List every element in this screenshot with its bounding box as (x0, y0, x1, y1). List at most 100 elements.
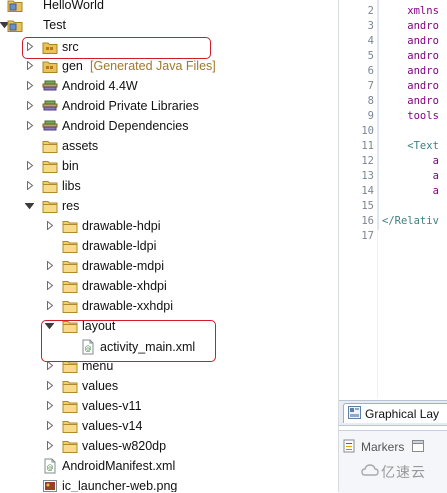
folder-icon (62, 418, 78, 434)
folder-icon (62, 398, 78, 414)
tree-item-label: drawable-ldpi (82, 239, 157, 253)
folder-icon (62, 378, 78, 394)
collapsed-arrow-icon[interactable] (25, 81, 34, 90)
expanded-arrow-icon[interactable] (45, 321, 54, 330)
tree-item[interactable]: src (0, 37, 338, 57)
code-line: andro (382, 95, 439, 107)
collapsed-arrow-icon[interactable] (25, 181, 34, 190)
line-number: 9 (367, 110, 374, 122)
collapsed-arrow-icon[interactable] (45, 361, 54, 370)
tree-item[interactable]: @ AndroidManifest.xml (0, 456, 338, 476)
collapsed-arrow-icon[interactable] (45, 281, 54, 290)
tree-item-label: libs (62, 179, 81, 193)
tree-item[interactable]: ic_launcher-web.png (0, 476, 338, 492)
code-line: a (382, 170, 439, 182)
collapsed-arrow-icon[interactable] (45, 421, 54, 430)
tree-item[interactable]: layout (0, 316, 338, 336)
collapsed-arrow-icon[interactable] (25, 121, 34, 130)
tree-item[interactable]: values (0, 376, 338, 396)
tree-item[interactable]: menu (0, 356, 338, 376)
folder-icon (62, 438, 78, 454)
tree-item[interactable]: drawable-hdpi (0, 216, 338, 236)
tree-item-label: drawable-mdpi (82, 259, 164, 273)
code-line: </Relativ (382, 215, 439, 227)
tree-item[interactable]: values-v11 (0, 396, 338, 416)
tree-item-label: values-w820dp (82, 439, 167, 453)
graphical-layout-icon (348, 405, 361, 422)
collapsed-arrow-icon[interactable] (25, 42, 34, 51)
tab-graphical-layout-label: Graphical Lay (365, 406, 440, 421)
collapsed-arrow-icon[interactable] (45, 401, 54, 410)
tree-item[interactable]: drawable-xhdpi (0, 276, 338, 296)
tree-item[interactable]: values-v14 (0, 416, 338, 436)
tree-item[interactable]: res (0, 196, 338, 216)
markers-icon (343, 439, 357, 456)
collapsed-arrow-icon[interactable] (45, 301, 54, 310)
xml-editor: 1234567891011121314151617 <Relative xmln… (338, 0, 447, 493)
tree-item[interactable]: HelloWorld (0, 0, 338, 15)
line-number: 8 (367, 95, 374, 107)
tree-item[interactable]: drawable-xxhdpi (0, 296, 338, 316)
library-icon (42, 118, 58, 134)
folder-icon (42, 138, 58, 154)
tree-item[interactable]: Android 4.4W (0, 76, 338, 96)
line-number: 2 (367, 5, 374, 17)
folder-icon (62, 238, 78, 254)
project-icon (7, 0, 23, 13)
tab-graphical-layout[interactable]: Graphical Lay (343, 403, 447, 423)
console-icon[interactable] (412, 439, 425, 455)
editor-tab-bar: Graphical Lay (339, 400, 447, 426)
tree-item-decoration: [Generated Java Files] (90, 59, 216, 73)
line-number: 3 (367, 20, 374, 32)
tree-item[interactable]: bin (0, 156, 338, 176)
line-number: 10 (361, 125, 374, 137)
tree-item-label: menu (82, 359, 114, 373)
cloud-logo-icon (361, 463, 379, 481)
tree-item-label: layout (82, 319, 116, 333)
collapsed-arrow-icon[interactable] (25, 61, 34, 70)
tree-item[interactable]: gen [Generated Java Files] (0, 56, 338, 76)
line-number-gutter: 1234567891011121314151617 (339, 0, 378, 398)
tree-item-label: ic_launcher-web.png (62, 479, 178, 492)
collapsed-arrow-icon[interactable] (45, 261, 54, 270)
tree-item[interactable]: assets (0, 136, 338, 156)
tree-item-label: Test (43, 18, 66, 32)
line-number: 13 (361, 170, 374, 182)
line-number: 15 (361, 200, 374, 212)
tree-item[interactable]: drawable-ldpi (0, 236, 338, 256)
tree-item[interactable]: Android Private Libraries (0, 96, 338, 116)
tree-item-label: gen (62, 59, 83, 73)
tree-item[interactable]: @ activity_main.xml (0, 337, 338, 357)
collapsed-arrow-icon[interactable] (45, 221, 54, 230)
tree-item[interactable]: values-w820dp (0, 436, 338, 456)
collapsed-arrow-icon[interactable] (45, 381, 54, 390)
tab-markers[interactable]: Markers (343, 437, 425, 457)
collapsed-arrow-icon[interactable] (25, 101, 34, 110)
line-number: 5 (367, 50, 374, 62)
tree-item[interactable]: drawable-mdpi (0, 256, 338, 276)
code-line: <Text (382, 140, 439, 152)
expanded-arrow-icon[interactable] (25, 201, 34, 210)
tree-item[interactable]: libs (0, 176, 338, 196)
folding-bar (377, 0, 379, 230)
folder-icon (62, 298, 78, 314)
tree-item-label: AndroidManifest.xml (62, 459, 176, 473)
tree-item[interactable]: Test (0, 15, 338, 35)
collapsed-arrow-icon[interactable] (25, 161, 34, 170)
code-line: andro (382, 80, 439, 92)
line-number: 7 (367, 80, 374, 92)
tree-item-label: drawable-xhdpi (82, 279, 167, 293)
folder-icon (62, 318, 78, 334)
tree-item-label: bin (62, 159, 79, 173)
svg-text:@: @ (47, 464, 54, 472)
folder-icon (42, 178, 58, 194)
tree-item-label: Android 4.4W (62, 79, 138, 93)
svg-text:@: @ (85, 345, 92, 353)
tree-item[interactable]: Android Dependencies (0, 116, 338, 136)
code-line: xmlns (382, 5, 439, 17)
collapsed-arrow-icon[interactable] (45, 441, 54, 450)
code-line: andro (382, 50, 439, 62)
project-icon (7, 17, 23, 33)
line-number: 6 (367, 65, 374, 77)
tree-item-label: Android Dependencies (62, 119, 189, 133)
